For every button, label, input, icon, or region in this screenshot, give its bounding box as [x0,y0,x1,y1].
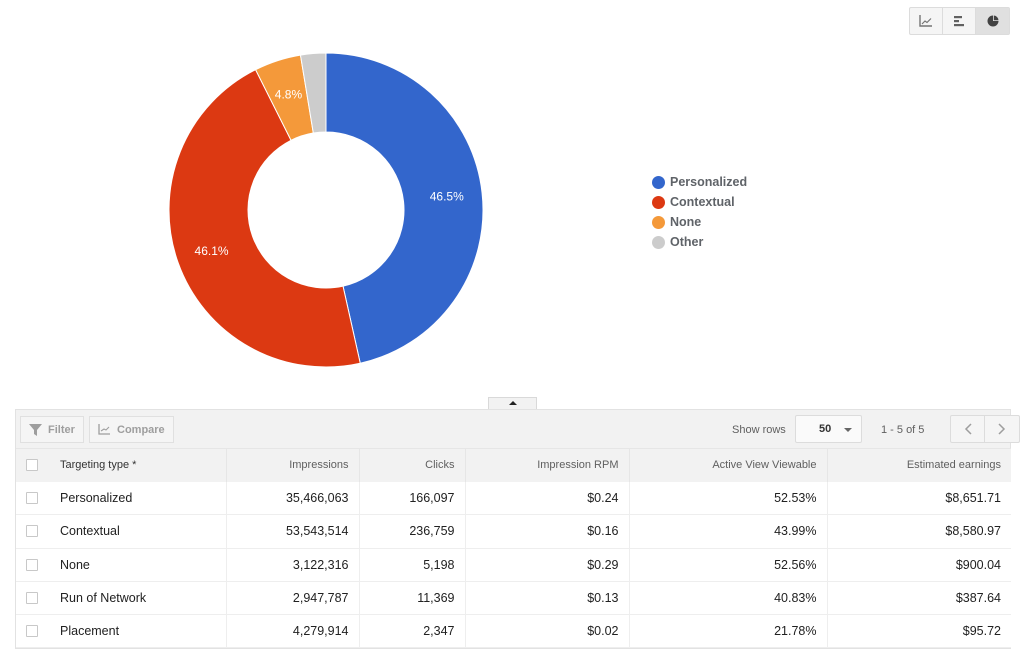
legend-item-none[interactable]: None [652,212,747,232]
bar-chart-icon [954,16,964,27]
column-header-active-view-viewable[interactable]: Active View Viewable [629,448,828,482]
rows-per-page-select[interactable]: 50 [795,415,862,443]
legend-item-personalized[interactable]: Personalized [652,172,747,192]
pagination-info: 1 - 5 of 5 [881,424,925,436]
table-toolbar: Filter Compare Show rows 50 1 - 5 of 5 [16,410,1020,448]
legend-label: Personalized [670,175,748,189]
select-all-checkbox[interactable] [26,459,38,472]
chevron-right-icon [998,423,1006,435]
cell-clicks: 11,369 [359,581,466,616]
cell-targeting-type: Personalized [16,481,227,516]
filter-label: Filter [48,423,75,436]
compare-label: Compare [117,423,165,436]
table-row: Personalized 35,466,063 166,097 $0.24 52… [16,481,1011,516]
bar-chart-view-button[interactable] [943,8,976,34]
cell-targeting-type: None [16,548,227,582]
cell-impressions: 53,543,514 [226,514,360,549]
pagination-controls [950,415,1020,443]
table-row: Placement 4,279,914 2,347 $0.02 21.78% $… [16,614,1011,649]
cell-estimated-earnings: $95.72 [827,614,1011,649]
cell-targeting-type: Run of Network [16,581,227,616]
table-header-row: Targeting type * Impressions Clicks Impr… [16,448,1011,482]
cell-active-view-viewable: 52.56% [629,548,828,582]
column-header-label: Targeting type * [60,459,137,472]
cell-clicks: 5,198 [359,548,466,582]
slice-data-label: 4.8% [275,87,303,101]
row-label: Contextual [60,524,120,539]
report-table-panel: Filter Compare Show rows 50 1 - 5 of 5 T… [15,409,1020,649]
cell-active-view-viewable: 40.83% [629,581,828,616]
row-label: Personalized [60,490,133,505]
cell-clicks: 166,097 [359,481,466,516]
cell-impression-rpm: $0.16 [465,514,630,549]
chart-type-toggle [909,7,1010,35]
report-table: Targeting type * Impressions Clicks Impr… [16,448,1011,649]
legend-swatch [652,215,665,229]
cell-impression-rpm: $0.02 [465,614,630,649]
previous-page-button[interactable] [951,416,985,442]
row-checkbox[interactable] [26,625,38,638]
dropdown-caret-icon [844,428,852,432]
cell-estimated-earnings: $8,580.97 [827,514,1011,549]
compare-button[interactable]: Compare [89,416,174,443]
column-header-impressions[interactable]: Impressions [226,448,360,482]
cell-impressions: 4,279,914 [226,614,360,649]
rows-per-page-value: 50 [819,423,832,435]
column-header-impression-rpm[interactable]: Impression RPM [465,448,630,482]
cell-active-view-viewable: 43.99% [629,514,828,549]
cell-impression-rpm: $0.29 [465,548,630,582]
legend-item-other[interactable]: Other [652,232,747,252]
table-row: Run of Network 2,947,787 11,369 $0.13 40… [16,581,1011,616]
slice-data-label: 46.5% [430,190,464,204]
row-checkbox[interactable] [26,558,38,571]
row-label: Run of Network [60,591,147,606]
line-chart-icon [919,15,932,27]
line-chart-icon [98,424,111,435]
legend-label: Other [670,235,704,249]
show-rows-label: Show rows [732,424,786,436]
cell-active-view-viewable: 21.78% [629,614,828,649]
pie-chart-view-button[interactable] [976,8,1009,34]
line-chart-view-button[interactable] [910,8,943,34]
chart-legend: Personalized Contextual None Other [652,172,747,252]
cell-impression-rpm: $0.13 [465,581,630,616]
legend-swatch [652,195,665,209]
legend-label: None [670,215,702,229]
collapse-up-icon [508,401,517,405]
column-header-estimated-earnings[interactable]: Estimated earnings [827,448,1011,482]
cell-impressions: 3,122,316 [226,548,360,582]
row-label: None [60,557,90,572]
slice-data-label: 46.1% [195,244,229,258]
chevron-left-icon [964,423,972,435]
table-row: Contextual 53,543,514 236,759 $0.16 43.9… [16,514,1011,549]
legend-swatch [652,175,665,189]
column-header-targeting-type[interactable]: Targeting type * [16,448,227,482]
filter-button[interactable]: Filter [20,416,84,443]
cell-impressions: 35,466,063 [226,481,360,516]
cell-clicks: 2,347 [359,614,466,649]
cell-clicks: 236,759 [359,514,466,549]
column-header-clicks[interactable]: Clicks [359,448,466,482]
cell-impression-rpm: $0.24 [465,481,630,516]
filter-icon [29,423,42,436]
legend-item-contextual[interactable]: Contextual [652,192,747,212]
legend-label: Contextual [670,195,735,209]
cell-estimated-earnings: $8,651.71 [827,481,1011,516]
row-label: Placement [60,624,120,639]
pie-chart-icon [987,15,998,27]
donut-chart: 46.5% 46.1% 4.8% [168,52,484,368]
cell-active-view-viewable: 52.53% [629,481,828,516]
row-checkbox[interactable] [26,525,38,538]
table-row: None 3,122,316 5,198 $0.29 52.56% $900.0… [16,548,1011,582]
legend-swatch [652,235,665,249]
row-checkbox[interactable] [26,592,38,605]
cell-targeting-type: Contextual [16,514,227,549]
cell-estimated-earnings: $387.64 [827,581,1011,616]
cell-estimated-earnings: $900.04 [827,548,1011,582]
cell-impressions: 2,947,787 [226,581,360,616]
next-page-button[interactable] [985,416,1019,442]
row-checkbox[interactable] [26,491,38,504]
cell-targeting-type: Placement [16,614,227,649]
